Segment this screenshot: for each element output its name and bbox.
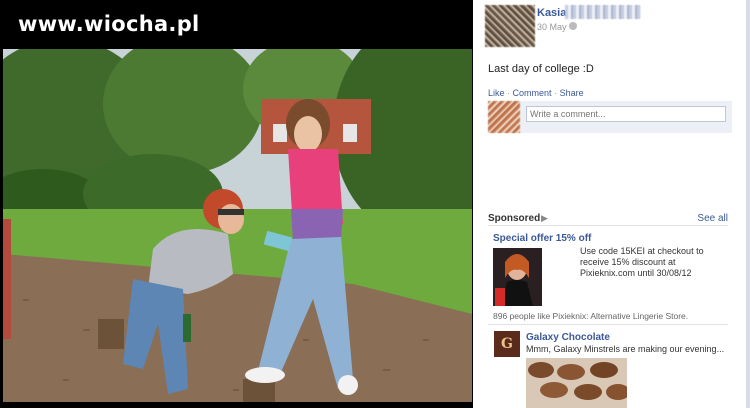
divider <box>488 324 728 325</box>
ad-image[interactable] <box>526 358 627 408</box>
divider <box>488 225 728 226</box>
ad-title[interactable]: Galaxy Chocolate <box>526 332 610 343</box>
post-caption: Last day of college :D <box>488 63 594 75</box>
post-actions: Like · Comment · Share <box>488 88 584 98</box>
globe-icon <box>569 22 577 30</box>
commenter-avatar <box>488 101 520 133</box>
ad-image[interactable] <box>493 248 542 306</box>
post-date[interactable]: 30 May <box>537 22 567 32</box>
owner-name-redacted <box>565 5 641 19</box>
ad-social-context: 896 people like Pixieknix: Alternative L… <box>493 311 689 321</box>
comment-input[interactable] <box>526 106 726 122</box>
comment-box <box>488 101 732 133</box>
photo-viewer: www.wiocha.pl <box>0 0 473 408</box>
ad-title[interactable]: Special offer 15% off <box>493 233 591 244</box>
post-photo[interactable] <box>3 49 472 402</box>
photo-scene <box>3 49 472 402</box>
watermark-text: www.wiocha.pl <box>18 12 200 36</box>
galaxy-logo[interactable]: G <box>494 331 520 357</box>
chocolate-image <box>526 358 627 408</box>
photo-side-panel: Kasia 30 May Last day of college :D Like… <box>473 0 750 408</box>
sponsored-heading: Sponsored <box>488 213 541 224</box>
like-link[interactable]: Like <box>488 88 505 98</box>
owner-avatar[interactable] <box>485 5 535 47</box>
ad-description: Use code 15KEI at checkout to receive 15… <box>580 246 704 278</box>
owner-name[interactable]: Kasia <box>537 7 566 19</box>
comment-link[interactable]: Comment <box>513 88 552 98</box>
ad-description: Mmm, Galaxy Minstrels are making our eve… <box>526 344 725 354</box>
panel-edge <box>746 0 750 408</box>
megaphone-icon: ▶ <box>541 213 548 223</box>
see-all-link[interactable]: See all <box>697 213 728 224</box>
share-link[interactable]: Share <box>560 88 584 98</box>
ad-image-graphic <box>493 248 542 306</box>
